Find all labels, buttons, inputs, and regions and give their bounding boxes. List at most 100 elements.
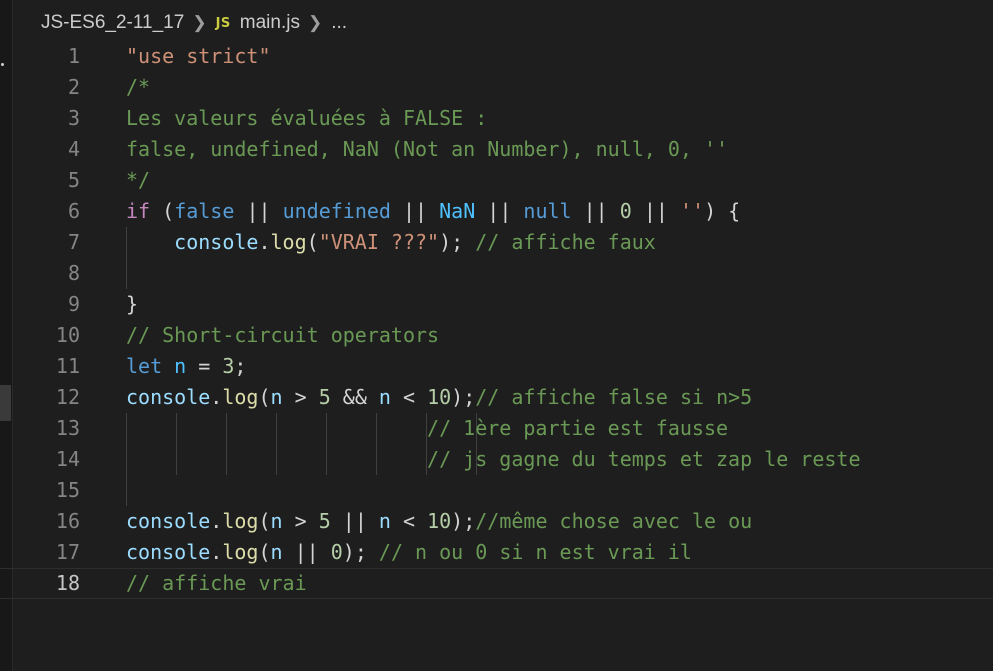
code-token: undefined bbox=[282, 199, 391, 223]
code-line[interactable]: 17 console.log(n || 0); // n ou 0 si n es… bbox=[0, 537, 993, 568]
code-token: ); bbox=[451, 385, 476, 409]
code-token: n bbox=[270, 540, 283, 564]
line-number: 11 bbox=[55, 354, 80, 378]
code-editor[interactable]: JS-ES6_2-11_17 ❯ JS main.js ❯ ... 1 "use … bbox=[0, 0, 993, 671]
code-token: 0 bbox=[619, 199, 632, 223]
code-token: 3 bbox=[222, 354, 235, 378]
code-token: ( bbox=[258, 540, 271, 564]
code-line[interactable]: 3 Les valeurs évaluées à FALSE : bbox=[0, 103, 993, 134]
code-token: // Short-circuit operators bbox=[126, 323, 440, 347]
code-token: console bbox=[126, 385, 211, 409]
code-token: 0 bbox=[330, 540, 343, 564]
line-content: "use strict" bbox=[126, 41, 271, 72]
breadcrumb-folder[interactable]: JS-ES6_2-11_17 bbox=[41, 12, 184, 34]
code-line[interactable]: 18 // affiche vrai bbox=[0, 568, 993, 599]
code-token: ; bbox=[234, 354, 247, 378]
line-content: // Short-circuit operators bbox=[126, 320, 439, 351]
code-line[interactable]: 6 if (false || undefined || NaN || null |… bbox=[0, 196, 993, 227]
breadcrumb-file[interactable]: main.js bbox=[240, 12, 300, 34]
code-token: false bbox=[174, 199, 235, 223]
code-line[interactable]: 5 */ bbox=[0, 165, 993, 196]
code-token: || bbox=[282, 540, 331, 564]
code-line[interactable]: 7 console.log("VRAI ???"); // affiche fa… bbox=[0, 227, 993, 258]
chevron-right-icon: ❯ bbox=[307, 13, 323, 32]
line-content: console.log(n > 5 || n < 10);//même chos… bbox=[126, 506, 752, 537]
line-number: 7 bbox=[67, 230, 80, 254]
line-number: 10 bbox=[55, 323, 80, 347]
line-content: let n = 3; bbox=[126, 351, 246, 382]
line-number: 9 bbox=[67, 292, 80, 316]
code-line[interactable]: 1 "use strict" bbox=[0, 41, 993, 72]
code-line[interactable]: 4 false, undefined, NaN (Not an Number), … bbox=[0, 134, 993, 165]
code-line[interactable]: 12 console.log(n > 5 && n < 10);// affich… bbox=[0, 382, 993, 413]
line-content: */ bbox=[126, 165, 150, 196]
code-line[interactable]: 16 console.log(n > 5 || n < 10);//même ch… bbox=[0, 506, 993, 537]
code-token: log bbox=[270, 230, 307, 254]
code-token: //même chose avec le ou bbox=[475, 509, 753, 533]
line-content: // affiche vrai bbox=[126, 568, 307, 599]
code-token: // affiche vrai bbox=[126, 571, 307, 595]
code-token: console bbox=[174, 230, 259, 254]
breadcrumb-more[interactable]: ... bbox=[331, 12, 347, 34]
line-number: 17 bbox=[55, 540, 80, 564]
code-token: ( bbox=[258, 509, 271, 533]
code-token: ); bbox=[342, 540, 379, 564]
line-number: 2 bbox=[67, 75, 80, 99]
line-content: if (false || undefined || NaN || null ||… bbox=[126, 196, 740, 227]
code-line[interactable]: 9} bbox=[0, 289, 993, 320]
code-line[interactable]: 10 // Short-circuit operators bbox=[0, 320, 993, 351]
line-number: 18 bbox=[55, 571, 80, 595]
code-token: 5 bbox=[318, 385, 331, 409]
line-content: // 1ère partie est fausse bbox=[126, 413, 728, 444]
code-token: > bbox=[282, 385, 319, 409]
code-token: n bbox=[270, 509, 283, 533]
code-token: . bbox=[210, 509, 223, 533]
code-token: "VRAI ???" bbox=[318, 230, 440, 254]
indent-guide bbox=[126, 258, 127, 289]
code-token: < bbox=[390, 509, 428, 533]
code-token: // 1ère partie est fausse bbox=[427, 416, 729, 440]
code-token: log bbox=[222, 385, 259, 409]
code-token: false, undefined, NaN (Not an Number), n… bbox=[126, 137, 729, 161]
code-line[interactable]: 11 let n = 3; bbox=[0, 351, 993, 382]
code-token: || bbox=[390, 199, 440, 223]
code-token: "use strict" bbox=[126, 44, 271, 68]
line-number: 3 bbox=[67, 106, 80, 130]
code-line[interactable]: 15 bbox=[0, 475, 993, 506]
line-content: } bbox=[126, 289, 138, 320]
code-token: ); bbox=[439, 230, 476, 254]
code-token: log bbox=[222, 509, 259, 533]
code-token: console bbox=[126, 509, 211, 533]
code-token: console bbox=[126, 540, 211, 564]
code-token: || bbox=[631, 199, 680, 223]
code-area[interactable]: 1 "use strict" 2 /* 3 Les valeurs évaluées à … bbox=[0, 41, 993, 599]
code-token: ( bbox=[258, 385, 271, 409]
line-number: 5 bbox=[67, 168, 80, 192]
line-content: false, undefined, NaN (Not an Number), n… bbox=[126, 134, 728, 165]
code-token: || bbox=[475, 199, 524, 223]
line-content: console.log(n > 5 && n < 10);// affiche … bbox=[126, 382, 752, 413]
code-token: if bbox=[126, 199, 151, 223]
line-number: 12 bbox=[55, 385, 80, 409]
line-number: 16 bbox=[55, 509, 80, 533]
code-token: 5 bbox=[318, 509, 331, 533]
code-line[interactable]: 8 bbox=[0, 258, 993, 289]
code-token: > bbox=[282, 509, 319, 533]
code-token: n bbox=[378, 509, 391, 533]
code-line[interactable]: 14 // js gagne du temps et zap le reste bbox=[0, 444, 993, 475]
line-content: /* bbox=[126, 72, 150, 103]
code-token: . bbox=[258, 230, 271, 254]
code-token: ( bbox=[306, 230, 319, 254]
code-token: '' bbox=[679, 199, 705, 223]
code-token: // js gagne du temps et zap le reste bbox=[427, 447, 861, 471]
javascript-file-icon: JS bbox=[215, 15, 231, 31]
code-line[interactable]: 13 // 1ère partie est fausse bbox=[0, 413, 993, 444]
line-number: 14 bbox=[55, 447, 80, 471]
code-token: || bbox=[234, 199, 283, 223]
code-line[interactable]: 2 /* bbox=[0, 72, 993, 103]
code-token: ) { bbox=[704, 199, 741, 223]
code-token: Les valeurs évaluées à FALSE : bbox=[126, 106, 488, 130]
code-token: n bbox=[174, 354, 187, 378]
line-content: console.log("VRAI ???"); // affiche faux bbox=[126, 227, 656, 258]
